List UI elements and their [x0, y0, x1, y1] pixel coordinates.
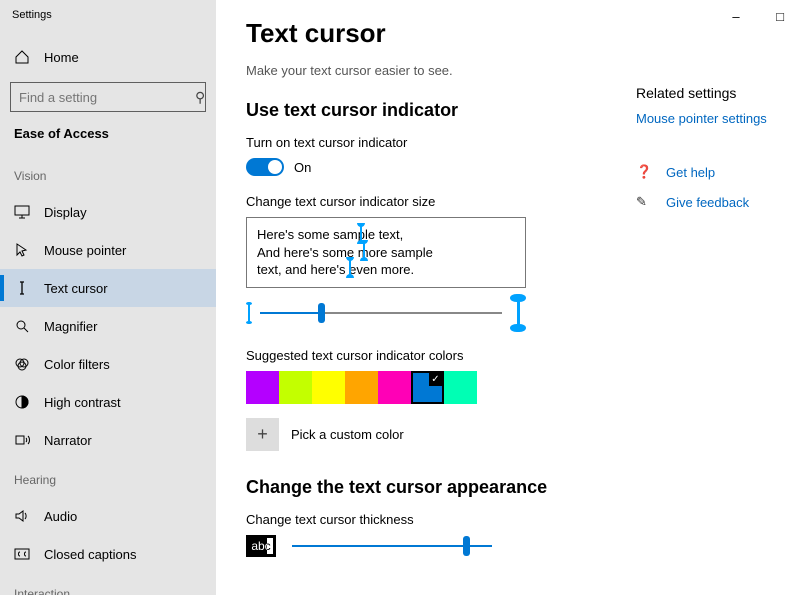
feedback-icon: ✎	[636, 194, 652, 210]
sidebar-item-label: Color filters	[44, 357, 110, 372]
search-icon: ⚲	[195, 89, 205, 106]
custom-color-label: Pick a custom color	[291, 427, 404, 442]
thickness-label: Change text cursor thickness	[246, 512, 586, 527]
color-swatch[interactable]	[246, 371, 279, 404]
sidebar-item-mouse-pointer[interactable]: Mouse pointer	[0, 231, 216, 269]
display-icon	[14, 204, 30, 220]
mouse-pointer-icon	[14, 242, 30, 258]
text-cursor-icon	[14, 280, 30, 296]
color-swatch[interactable]	[312, 371, 345, 404]
toggle-label: Turn on text cursor indicator	[246, 135, 586, 150]
home-label: Home	[44, 50, 79, 65]
sidebar-item-display[interactable]: Display	[0, 193, 216, 231]
group-title: Vision	[0, 155, 216, 193]
color-swatch[interactable]	[279, 371, 312, 404]
category-title: Ease of Access	[0, 122, 216, 155]
window-title: Settings	[12, 9, 52, 21]
related-link[interactable]: Mouse pointer settings	[636, 111, 800, 126]
sidebar-item-label: Text cursor	[44, 281, 108, 296]
indicator-large-icon	[510, 294, 526, 332]
color-filters-icon	[14, 356, 30, 372]
custom-color-button[interactable]: +	[246, 418, 279, 451]
sidebar-item-closed-captions[interactable]: Closed captions	[0, 535, 216, 573]
search-input-wrap[interactable]: ⚲	[10, 82, 206, 112]
narrator-icon	[14, 432, 30, 448]
size-label: Change text cursor indicator size	[246, 194, 586, 209]
sidebar-item-label: Audio	[44, 509, 77, 524]
closed-captions-icon	[14, 546, 30, 562]
sidebar-item-color-filters[interactable]: Color filters	[0, 345, 216, 383]
color-swatch[interactable]	[345, 371, 378, 404]
cursor-indicator-icon	[360, 226, 362, 241]
high-contrast-icon	[14, 394, 30, 410]
color-swatch[interactable]	[411, 371, 444, 404]
sidebar-item-magnifier[interactable]: Magnifier	[0, 307, 216, 345]
page-subtitle: Make your text cursor easier to see.	[246, 63, 586, 78]
home-nav[interactable]: Home	[0, 38, 216, 76]
sidebar-item-audio[interactable]: Audio	[0, 497, 216, 535]
sidebar-item-text-cursor[interactable]: Text cursor	[0, 269, 216, 307]
section-appearance-title: Change the text cursor appearance	[246, 477, 586, 498]
indicator-small-icon	[246, 302, 252, 324]
group-title: Hearing	[0, 459, 216, 497]
sample-preview: Here's some sample text,And here's some …	[246, 217, 526, 288]
audio-icon	[14, 508, 30, 524]
magnifier-icon	[14, 318, 30, 334]
indicator-toggle[interactable]	[246, 158, 284, 176]
color-swatch[interactable]	[378, 371, 411, 404]
related-title: Related settings	[636, 85, 800, 101]
sidebar-item-label: Magnifier	[44, 319, 97, 334]
sidebar-item-label: Display	[44, 205, 87, 220]
get-help-link[interactable]: Get help	[666, 165, 715, 180]
maximize-button[interactable]: □	[758, 2, 800, 30]
section-indicator-title: Use text cursor indicator	[246, 100, 586, 121]
cursor-indicator-icon	[363, 243, 365, 258]
sidebar-item-label: High contrast	[44, 395, 121, 410]
minimize-button[interactable]: –	[714, 2, 758, 30]
sidebar-item-label: Mouse pointer	[44, 243, 126, 258]
feedback-link[interactable]: Give feedback	[666, 195, 749, 210]
help-icon: ❓	[636, 164, 652, 180]
home-icon	[14, 49, 30, 65]
thickness-preview: abc	[246, 535, 276, 557]
sample-text: Here's some sample text,And here's some …	[257, 227, 433, 277]
toggle-state: On	[294, 160, 311, 175]
sidebar-item-high-contrast[interactable]: High contrast	[0, 383, 216, 421]
color-swatch[interactable]	[444, 371, 477, 404]
colors-label: Suggested text cursor indicator colors	[246, 348, 586, 363]
thickness-slider[interactable]	[292, 545, 492, 547]
cursor-indicator-icon	[349, 260, 351, 275]
sidebar-item-narrator[interactable]: Narrator	[0, 421, 216, 459]
indicator-size-slider[interactable]	[260, 312, 502, 314]
group-title: Interaction	[0, 573, 216, 595]
search-input[interactable]	[19, 90, 195, 105]
sidebar-item-label: Narrator	[44, 433, 92, 448]
sidebar-item-label: Closed captions	[44, 547, 137, 562]
